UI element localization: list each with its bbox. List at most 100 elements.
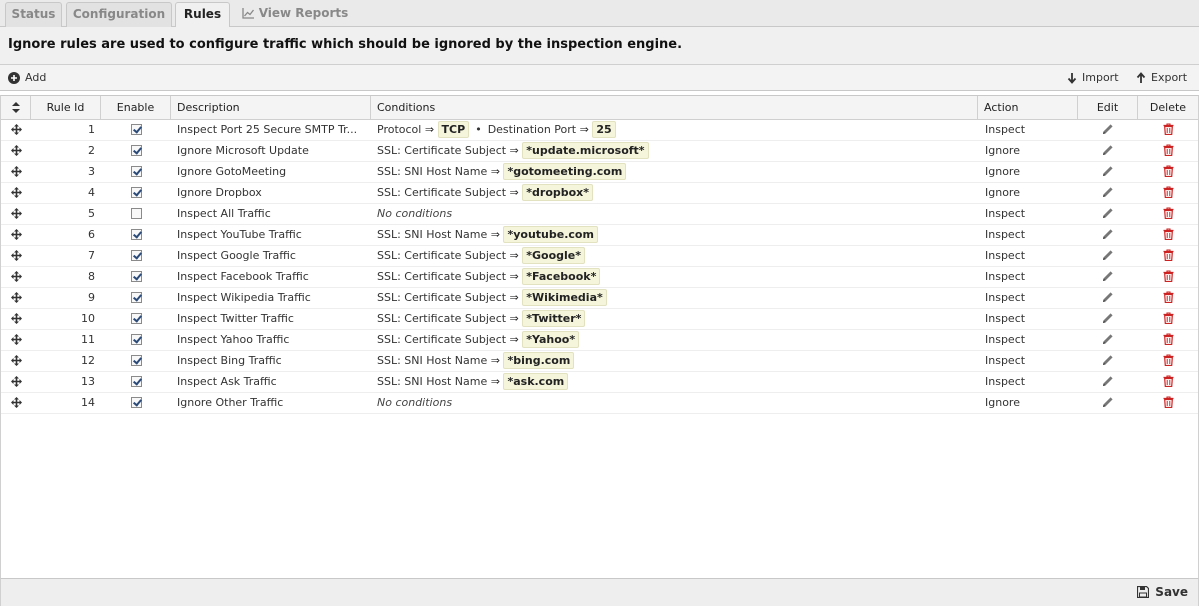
delete-button[interactable] [1138,162,1198,182]
enable-cell [101,351,171,371]
edit-button[interactable] [1078,246,1138,266]
drag-handle[interactable] [1,351,31,371]
enable-cell [101,393,171,413]
edit-button[interactable] [1078,330,1138,350]
enable-checkbox[interactable] [130,292,142,303]
enable-checkbox[interactable] [130,229,142,240]
conditions-header[interactable]: Conditions [371,96,978,119]
drag-handle[interactable] [1,309,31,329]
enable-checkbox[interactable] [130,145,142,156]
sort-order-header[interactable] [1,96,31,119]
drag-handle[interactable] [1,141,31,161]
delete-button[interactable] [1138,372,1198,392]
table-row[interactable]: 8 Inspect Facebook Traffic SSL: Certificat… [1,267,1198,288]
delete-button[interactable] [1138,141,1198,161]
description-cell: Ignore Dropbox [177,186,262,199]
description-cell: Inspect Yahoo Traffic [177,333,290,346]
edit-button[interactable] [1078,162,1138,182]
enable-checkbox[interactable] [130,124,142,135]
edit-button[interactable] [1078,120,1138,140]
enable-checkbox[interactable] [130,250,142,261]
action-header[interactable]: Action [978,96,1078,119]
rule-id-header[interactable]: Rule Id [31,96,101,119]
delete-button[interactable] [1138,351,1198,371]
tab-configuration[interactable]: Configuration [66,2,172,27]
import-button[interactable]: Import [1067,70,1119,86]
drag-handle[interactable] [1,393,31,413]
delete-button[interactable] [1138,309,1198,329]
edit-button[interactable] [1078,393,1138,413]
edit-button[interactable] [1078,309,1138,329]
move-icon [10,271,22,282]
enable-checkbox[interactable] [130,334,142,345]
pencil-icon [1103,166,1113,176]
enable-checkbox[interactable] [130,187,142,198]
enable-checkbox[interactable] [130,355,142,366]
trash-icon [1163,354,1173,367]
condition-value: *youtube.com [503,226,598,243]
delete-button[interactable] [1138,183,1198,203]
add-button[interactable]: Add [8,70,46,86]
export-button[interactable]: Export [1136,70,1187,86]
table-row[interactable]: 9 Inspect Wikipedia Traffic SSL: Certifica… [1,288,1198,309]
tab-status[interactable]: Status [5,2,62,27]
table-row[interactable]: 1 Inspect Port 25 Secure SMTP Tr... Protoc… [1,120,1198,141]
drag-handle[interactable] [1,183,31,203]
enable-header[interactable]: Enable [101,96,171,119]
rule-id-cell: 4 [88,186,95,199]
table-row[interactable]: 12 Inspect Bing Traffic SSL: SNI Host Name… [1,351,1198,372]
delete-button[interactable] [1138,246,1198,266]
table-row[interactable]: 11 Inspect Yahoo Traffic SSL: Certificate … [1,330,1198,351]
enable-checkbox[interactable] [130,208,142,219]
table-row[interactable]: 10 Inspect Twitter Traffic SSL: Certificat… [1,309,1198,330]
delete-button[interactable] [1138,225,1198,245]
table-row[interactable]: 13 Inspect Ask Traffic SSL: SNI Host Name … [1,372,1198,393]
action-cell: Inspect [985,228,1026,241]
delete-button[interactable] [1138,393,1198,413]
description-cell: Inspect Facebook Traffic [177,270,309,283]
table-row[interactable]: 6 Inspect YouTube Traffic SSL: SNI Host Na… [1,225,1198,246]
pencil-icon [1103,376,1113,386]
delete-button[interactable] [1138,267,1198,287]
edit-button[interactable] [1078,225,1138,245]
condition-value: *dropbox* [522,184,594,201]
enable-checkbox[interactable] [130,271,142,282]
table-row[interactable]: 2 Ignore Microsoft Update SSL: Certificate… [1,141,1198,162]
rule-id-cell: 7 [88,249,95,262]
save-button[interactable]: Save [1137,585,1188,599]
enable-checkbox[interactable] [130,313,142,324]
add-button-label: Add [25,71,47,84]
tab-view-reports[interactable]: View Reports [236,2,354,27]
table-row[interactable]: 4 Ignore Dropbox SSL: Certificate Subject … [1,183,1198,204]
edit-button[interactable] [1078,204,1138,224]
drag-handle[interactable] [1,372,31,392]
drag-handle[interactable] [1,330,31,350]
table-row[interactable]: 14 Ignore Other Traffic No conditions Ignor… [1,393,1198,414]
description-header[interactable]: Description [171,96,371,119]
table-row[interactable]: 5 Inspect All Traffic No conditions Inspect [1,204,1198,225]
drag-handle[interactable] [1,225,31,245]
enable-checkbox[interactable] [130,376,142,387]
drag-handle[interactable] [1,246,31,266]
delete-button[interactable] [1138,288,1198,308]
edit-button[interactable] [1078,183,1138,203]
edit-button[interactable] [1078,267,1138,287]
drag-handle[interactable] [1,162,31,182]
delete-button[interactable] [1138,204,1198,224]
enable-checkbox[interactable] [130,397,142,408]
tab-bar: Status Configuration Rules View Reports [0,0,1199,28]
table-row[interactable]: 7 Inspect Google Traffic SSL: Certificate … [1,246,1198,267]
edit-button[interactable] [1078,288,1138,308]
drag-handle[interactable] [1,267,31,287]
tab-rules[interactable]: Rules [175,2,230,28]
enable-checkbox[interactable] [130,166,142,177]
drag-handle[interactable] [1,120,31,140]
delete-button[interactable] [1138,330,1198,350]
edit-button[interactable] [1078,372,1138,392]
drag-handle[interactable] [1,204,31,224]
delete-button[interactable] [1138,120,1198,140]
edit-button[interactable] [1078,141,1138,161]
table-row[interactable]: 3 Ignore GotoMeeting SSL: SNI Host Name ⇒ … [1,162,1198,183]
drag-handle[interactable] [1,288,31,308]
edit-button[interactable] [1078,351,1138,371]
